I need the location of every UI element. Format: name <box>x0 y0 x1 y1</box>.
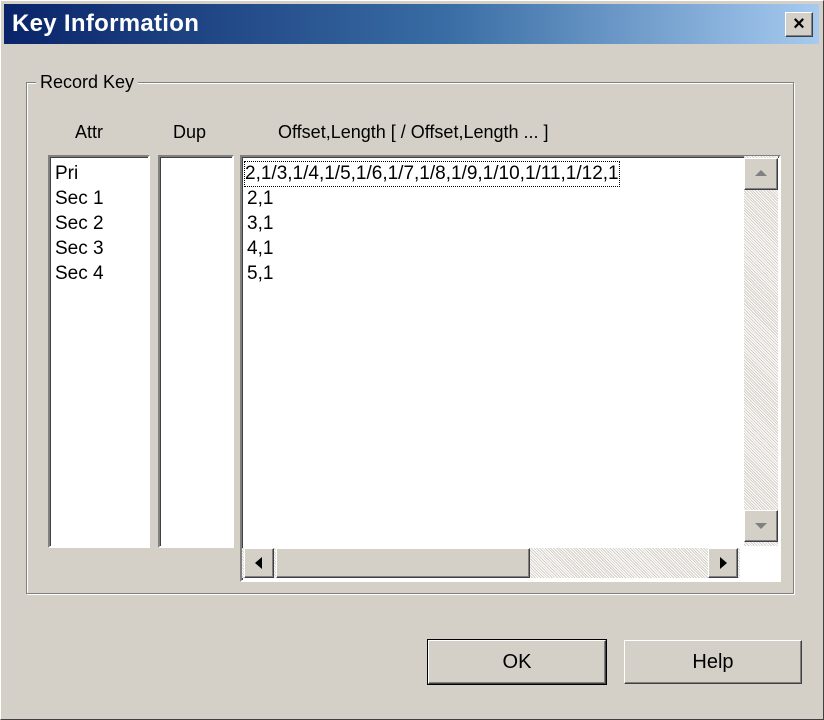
offset-listbox[interactable]: 2,1/3,1/4,1/5,1/6,1/7,1/8,1/9,1/10,1/11,… <box>240 155 781 582</box>
ok-button[interactable]: OK <box>427 639 607 685</box>
horizontal-scrollbar[interactable] <box>242 548 740 578</box>
horizontal-scroll-thumb[interactable] <box>276 548 530 578</box>
arrow-right-icon <box>720 557 727 569</box>
arrow-down-icon <box>755 523 767 529</box>
offset-item-sec-1[interactable]: 2,1 <box>247 187 273 211</box>
scroll-right-button[interactable] <box>708 548 738 578</box>
attr-item-sec-4[interactable]: Sec 4 <box>55 262 104 286</box>
close-icon[interactable]: × <box>785 12 813 37</box>
offset-item-sec-2[interactable]: 3,1 <box>247 212 273 236</box>
attr-item-sec-3[interactable]: Sec 3 <box>55 237 104 261</box>
help-button[interactable]: Help <box>624 640 802 684</box>
window-title: Key Information <box>12 10 200 37</box>
dup-column-header: Dup <box>173 122 207 142</box>
dup-listbox[interactable] <box>158 155 234 548</box>
record-key-label: Record Key <box>36 72 139 93</box>
vertical-scrollbar[interactable] <box>744 156 778 546</box>
scroll-up-button[interactable] <box>744 158 778 190</box>
offset-item-pri[interactable]: 2,1/3,1/4,1/5,1/6,1/7,1/8,1/9,1/10,1/11,… <box>244 161 620 187</box>
attr-item-pri[interactable]: Pri <box>55 162 78 186</box>
scroll-down-button[interactable] <box>744 510 778 542</box>
arrow-up-icon <box>755 170 767 176</box>
attr-column-header: Attr <box>75 122 104 142</box>
title-bar[interactable]: Key Information × <box>4 4 819 44</box>
attr-item-sec-2[interactable]: Sec 2 <box>55 212 104 236</box>
offset-column-header: Offset,Length [ / Offset,Length ... ] <box>278 122 549 142</box>
offset-item-sec-4[interactable]: 5,1 <box>247 262 273 286</box>
attr-listbox[interactable]: Pri Sec 1 Sec 2 Sec 3 Sec 4 <box>48 155 150 548</box>
arrow-left-icon <box>255 557 262 569</box>
attr-item-sec-1[interactable]: Sec 1 <box>55 187 104 211</box>
offset-item-sec-3[interactable]: 4,1 <box>247 237 273 261</box>
scroll-left-button[interactable] <box>244 548 274 578</box>
